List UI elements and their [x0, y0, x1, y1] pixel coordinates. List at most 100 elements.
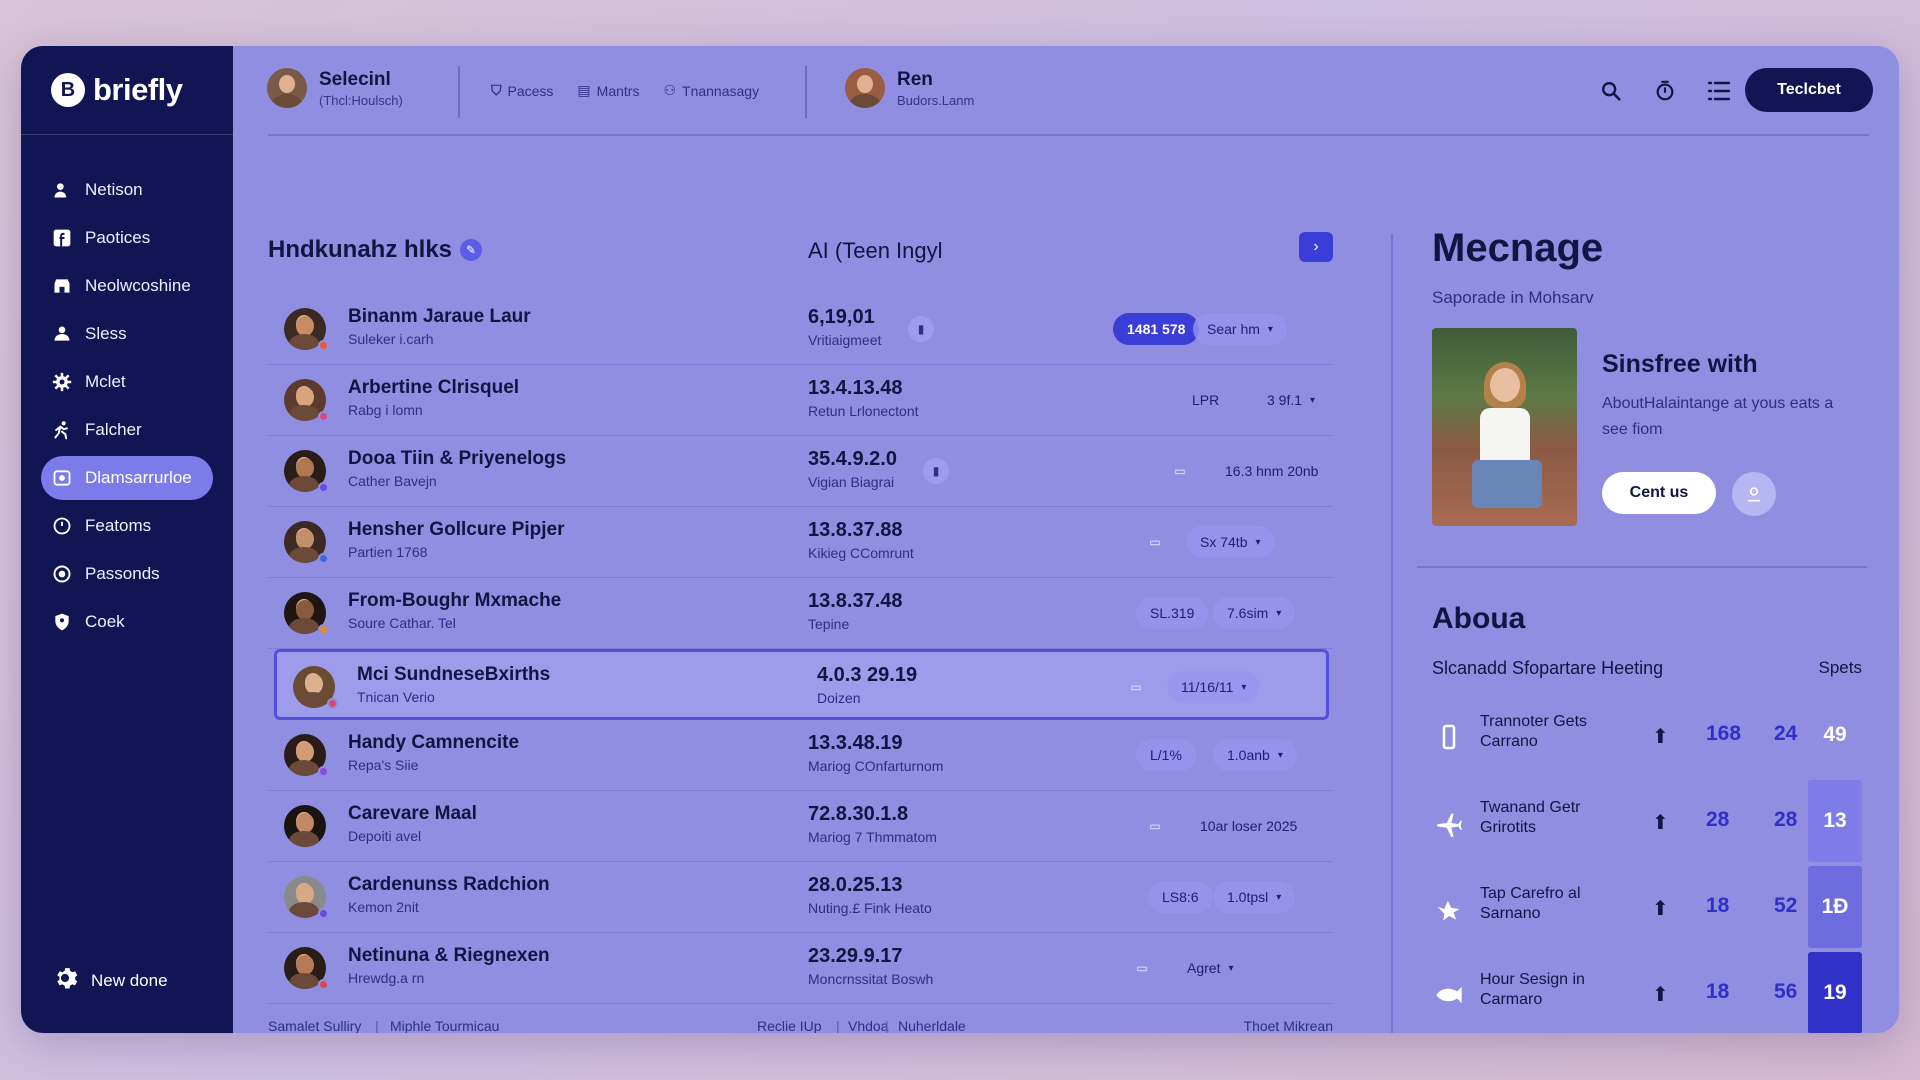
- upload-icon[interactable]: ⬆: [1652, 810, 1669, 835]
- timer-icon[interactable]: [1652, 78, 1678, 104]
- dropdown-value: Sear hm: [1207, 321, 1260, 337]
- fish-icon: [1432, 980, 1466, 1010]
- upload-icon[interactable]: ⬆: [1652, 982, 1669, 1007]
- row-sub: Cather Bavejn: [348, 473, 437, 489]
- footer-link[interactable]: Miphle Tourmicau: [390, 1018, 499, 1033]
- primary-action-button[interactable]: Teclcbet: [1745, 68, 1873, 112]
- user-chip-secondary[interactable]: Ren Budors.Lanm: [845, 68, 974, 108]
- chevron-right-icon[interactable]: ›: [1299, 232, 1333, 262]
- contacts-list: Binanm Jaraue Laur Suleker i.carh 6,19,01 V…: [268, 294, 1333, 1004]
- person-badge-icon[interactable]: [1732, 472, 1776, 516]
- table-row[interactable]: Cardenunss Radchion Kemon 2nit 28.0.25.13 N…: [268, 862, 1333, 933]
- chevron-down-icon: ▾: [1277, 749, 1283, 761]
- table-row[interactable]: Binanm Jaraue Laur Suleker i.carh 6,19,01 V…: [268, 294, 1333, 365]
- row-dropdown[interactable]: 1.0tpsl ▾: [1213, 881, 1296, 913]
- table-row[interactable]: From-Boughr Mxmache Soure Cathar. Tel 13.8…: [268, 578, 1333, 649]
- user-chip-primary[interactable]: Selecinl (Thcl:Houlsch): [267, 68, 403, 108]
- table-row[interactable]: Arbertine Clrisquel Rabg i lomn 13.4.13.48…: [268, 365, 1333, 436]
- sidebar-item-featoms[interactable]: Featoms: [41, 504, 213, 548]
- sidebar-item-mclet[interactable]: Mclet: [41, 360, 213, 404]
- table-row[interactable]: Netinuna & Riegnexen Hrewdg.a rn 23.29.9.1…: [268, 933, 1333, 1004]
- bird-icon: [1432, 894, 1466, 924]
- photo-part: [1490, 368, 1520, 402]
- panel-subtitle: Saporade in Mohsarv: [1432, 288, 1594, 307]
- logo-mark-icon: B: [51, 73, 85, 107]
- sidebar-item-sless[interactable]: Sless: [41, 312, 213, 356]
- user-name: Ren: [897, 68, 933, 90]
- divider: [21, 134, 233, 135]
- stat-value: 18: [1706, 894, 1730, 917]
- row-dropdown[interactable]: 1.0anb ▾: [1213, 739, 1297, 771]
- table-row[interactable]: Hensher Gollcure Pipjer Partien 1768 13.8.…: [268, 507, 1333, 578]
- table-row[interactable]: Carevare Maal Depoiti avel 72.8.30.1.8 Mari…: [268, 791, 1333, 862]
- gear-icon: [51, 964, 79, 997]
- top-nav-label: Mantrs: [596, 82, 640, 99]
- row-sub: Suleker i.carh: [348, 331, 434, 347]
- row-dropdown[interactable]: 11/16/11 ▾: [1167, 671, 1261, 703]
- footer-link[interactable]: Vhdoa: [848, 1018, 888, 1033]
- row-num: 6,19,01: [808, 306, 875, 328]
- avatar-face: [296, 600, 314, 620]
- sidebar-item-coek[interactable]: Coek: [41, 600, 213, 644]
- upload-icon[interactable]: ⬆: [1652, 724, 1669, 749]
- user-sub: Budors.Lanm: [897, 92, 975, 108]
- sidebar-item-paotices[interactable]: Paotices: [41, 216, 213, 260]
- row-dropdown[interactable]: 3 9f.1 ▾: [1253, 384, 1329, 416]
- new-done-button[interactable]: New done: [51, 964, 168, 997]
- table-row[interactable]: Handy Camnencite Repa's Siie 13.3.48.19 Mar…: [268, 720, 1333, 791]
- stat-row[interactable]: Hour Sesign in Carmaro ⬆ 18 56 19: [1432, 952, 1862, 1033]
- avatar-face: [296, 884, 314, 904]
- row-dropdown[interactable]: 16.3 hnm 20nb: [1211, 455, 1332, 487]
- footer-link[interactable]: Nuherldale: [898, 1018, 966, 1033]
- sidebar-nav: Netison Paotices Neolwcoshine Sless Mclet Fal…: [41, 168, 213, 648]
- status-dot: [318, 340, 329, 351]
- row-sub: Depoiti avel: [348, 828, 422, 844]
- sidebar-item-passonds[interactable]: Passonds: [41, 552, 213, 596]
- sidebar-item-dlamsarrurloe[interactable]: Dlamsarrurloe: [41, 456, 213, 500]
- row-dropdown[interactable]: 7.6sim ▾: [1213, 597, 1296, 629]
- chevron-down-icon: ▾: [1241, 681, 1247, 693]
- row-name: Handy Camnencite: [348, 732, 520, 753]
- menu-list-icon[interactable]: [1706, 78, 1732, 104]
- row-dropdown[interactable]: 10ar loser 2025: [1186, 810, 1311, 842]
- top-nav-pacess[interactable]: ⛉ Pacess: [491, 82, 553, 99]
- stat-row[interactable]: Twanand Getr Grirotits ⬆ 28 28 13: [1432, 780, 1862, 866]
- user-sub: (Thcl:Houlsch): [319, 92, 403, 108]
- search-icon[interactable]: [1598, 78, 1624, 104]
- chevron-down-icon: ▾: [1228, 962, 1234, 974]
- row-sub: Soure Cathar. Tel: [348, 615, 456, 631]
- row-num-sub: Retun Lrlonectont: [808, 403, 919, 419]
- footer-link[interactable]: Thoet Mikrean: [1244, 1018, 1333, 1033]
- row-sub: Partien 1768: [348, 544, 428, 560]
- footer-link[interactable]: Reclie IUp: [757, 1018, 822, 1033]
- upload-icon[interactable]: ⬆: [1652, 896, 1669, 921]
- row-num-sub: Moncrnssitat Boswh: [808, 971, 934, 987]
- contact-us-button[interactable]: Cent us: [1602, 472, 1716, 514]
- table-row[interactable]: Mci SundneseBxirths Tnican Verio 4.0.3 29.…: [274, 649, 1329, 720]
- lock-icon[interactable]: ▮: [923, 458, 949, 484]
- row-dropdown[interactable]: Agret ▾: [1173, 952, 1248, 984]
- row-sub: Kemon 2nit: [348, 899, 419, 915]
- footer-link[interactable]: Samalet Sulliry: [268, 1018, 361, 1033]
- row-dropdown[interactable]: Sear hm ▾: [1193, 313, 1287, 345]
- stat-row[interactable]: Tap Carefro al Sarnano ⬆ 18 52 1Đ: [1432, 866, 1862, 952]
- status-dot: [318, 979, 329, 990]
- row-sub: Tnican Verio: [357, 689, 435, 705]
- card-title: Sinsfree with: [1602, 350, 1758, 378]
- table-row[interactable]: Dooa Tiin & Priyenelogs Cather Bavejn 35.4…: [268, 436, 1333, 507]
- sidebar-item-falcher[interactable]: Falcher: [41, 408, 213, 452]
- person-run-icon: [51, 419, 73, 441]
- dropdown-value: 10ar loser 2025: [1200, 818, 1298, 834]
- top-nav-tnannasagy[interactable]: ⚇ Tnannasagy: [663, 82, 759, 99]
- row-badge: LS8:6: [1148, 881, 1213, 913]
- store-icon: [51, 275, 73, 297]
- stat-row[interactable]: Trannoter Gets Carrano ⬆ 168 24 49: [1432, 694, 1862, 780]
- logo[interactable]: B briefly: [51, 72, 183, 108]
- row-dropdown[interactable]: Sx 74tb ▾: [1186, 526, 1275, 558]
- row-num: 23.29.9.17: [808, 945, 903, 967]
- sidebar-item-netison[interactable]: Netison: [41, 168, 213, 212]
- row-num-sub: Nuting.£ Fink Heato: [808, 900, 932, 916]
- sidebar-item-neolwcoshine[interactable]: Neolwcoshine: [41, 264, 213, 308]
- lock-icon[interactable]: ▮: [908, 316, 934, 342]
- top-nav-mantrs[interactable]: ▤ Mantrs: [577, 82, 639, 99]
